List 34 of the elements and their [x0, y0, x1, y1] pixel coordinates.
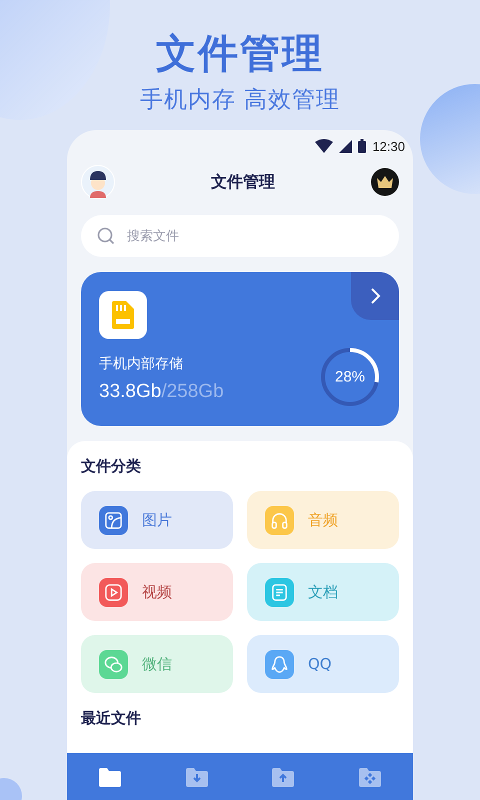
- storage-used: 33.8Gb: [99, 381, 162, 403]
- chat-bubbles-icon: [104, 654, 123, 674]
- search-icon: [97, 227, 115, 245]
- storage-name: 手机内部存储: [99, 355, 184, 373]
- category-tile[interactable]: 音频: [247, 491, 399, 549]
- promo-subtitle: 手机内存 高效管理: [140, 86, 340, 114]
- battery-icon: [358, 139, 366, 153]
- status-time: 12:30: [372, 138, 405, 154]
- category-tile[interactable]: 视频: [81, 563, 233, 621]
- image-icon: [104, 510, 123, 530]
- progress-ring: [319, 346, 381, 408]
- category-tile[interactable]: 文档: [247, 563, 399, 621]
- storage-total: /258Gb: [161, 381, 224, 403]
- crown-icon[interactable]: [371, 168, 399, 196]
- signal-icon: [339, 140, 352, 152]
- open-button[interactable]: [351, 272, 399, 320]
- search-bar[interactable]: 搜索文件: [81, 215, 399, 257]
- storage-percent: 28%: [334, 370, 366, 384]
- wifi-icon: [315, 139, 334, 153]
- section-title: 最近文件: [81, 708, 142, 729]
- category-tile[interactable]: QQ: [247, 635, 399, 693]
- search-input[interactable]: 搜索文件: [125, 228, 383, 244]
- video-icon: [104, 582, 123, 602]
- category-tile[interactable]: 微信: [81, 635, 233, 693]
- headphones-icon: [270, 510, 289, 530]
- promo-title: 文件管理: [156, 30, 324, 78]
- avatar-icon[interactable]: [81, 165, 115, 199]
- category-tile[interactable]: 图片: [81, 491, 233, 549]
- header-title: 文件管理: [211, 172, 275, 192]
- document-icon: [270, 582, 289, 602]
- sd-card-icon: [110, 300, 136, 330]
- penguin-icon: [270, 654, 289, 674]
- storage-card[interactable]: 手机内部存储 33.8Gb/258Gb 28%: [81, 272, 399, 426]
- section-title: 文件分类: [81, 456, 142, 477]
